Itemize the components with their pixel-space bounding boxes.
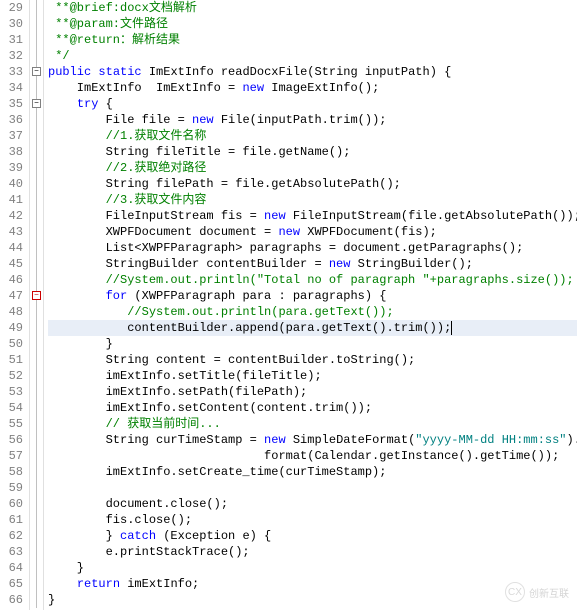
code-line[interactable]: **@return：解析结果 (48, 32, 577, 48)
code-line[interactable]: public static ImExtInfo readDocxFile(Str… (48, 64, 577, 80)
code-line[interactable]: ImExtInfo ImExtInfo = new ImageExtInfo()… (48, 80, 577, 96)
code-line[interactable]: String filePath = file.getAbsolutePath()… (48, 176, 577, 192)
line-number: 32 (0, 48, 25, 64)
code-line[interactable]: imExtInfo.setTitle(fileTitle); (48, 368, 577, 384)
code-line[interactable]: //3.获取文件内容 (48, 192, 577, 208)
text-cursor (451, 321, 452, 335)
code-line[interactable]: //System.out.println(para.getText()); (48, 304, 577, 320)
code-line[interactable]: StringBuilder contentBuilder = new Strin… (48, 256, 577, 272)
line-number: 29 (0, 0, 25, 16)
line-number: 56 (0, 432, 25, 448)
line-number: 50 (0, 336, 25, 352)
code-line[interactable]: e.printStackTrace(); (48, 544, 577, 560)
line-number: 53 (0, 384, 25, 400)
code-line[interactable] (48, 480, 577, 496)
code-line[interactable]: XWPFDocument document = new XWPFDocument… (48, 224, 577, 240)
code-line[interactable]: **@brief:docx文档解析 (48, 0, 577, 16)
code-line[interactable]: return imExtInfo; (48, 576, 577, 592)
code-line[interactable]: FileInputStream fis = new FileInputStrea… (48, 208, 577, 224)
line-number-gutter: 2930313233343536373839404142434445464748… (0, 0, 30, 610)
line-number: 44 (0, 240, 25, 256)
code-line[interactable]: try { (48, 96, 577, 112)
code-line[interactable]: fis.close(); (48, 512, 577, 528)
line-number: 42 (0, 208, 25, 224)
line-number: 52 (0, 368, 25, 384)
line-number: 41 (0, 192, 25, 208)
line-number: 38 (0, 144, 25, 160)
code-line[interactable]: } (48, 336, 577, 352)
fold-gutter: − − − (30, 0, 44, 610)
code-area[interactable]: **@brief:docx文档解析 **@param:文件路径 **@retur… (44, 0, 577, 610)
line-number: 55 (0, 416, 25, 432)
line-number: 65 (0, 576, 25, 592)
line-number: 35 (0, 96, 25, 112)
line-number: 57 (0, 448, 25, 464)
fold-toggle-icon[interactable]: − (32, 99, 41, 108)
code-line[interactable]: String curTimeStamp = new SimpleDateForm… (48, 432, 577, 448)
code-line[interactable]: //1.获取文件名称 (48, 128, 577, 144)
fold-toggle-icon[interactable]: − (32, 67, 41, 76)
code-line[interactable]: **@param:文件路径 (48, 16, 577, 32)
line-number: 61 (0, 512, 25, 528)
code-line[interactable]: */ (48, 48, 577, 64)
code-line[interactable]: document.close(); (48, 496, 577, 512)
code-line[interactable]: imExtInfo.setContent(content.trim()); (48, 400, 577, 416)
line-number: 64 (0, 560, 25, 576)
line-number: 43 (0, 224, 25, 240)
fold-toggle-icon[interactable]: − (32, 291, 41, 300)
code-line[interactable]: List<XWPFParagraph> paragraphs = documen… (48, 240, 577, 256)
line-number: 37 (0, 128, 25, 144)
code-editor[interactable]: 2930313233343536373839404142434445464748… (0, 0, 577, 610)
line-number: 62 (0, 528, 25, 544)
code-line[interactable]: for (XWPFParagraph para : paragraphs) { (48, 288, 577, 304)
line-number: 30 (0, 16, 25, 32)
line-number: 63 (0, 544, 25, 560)
line-number: 60 (0, 496, 25, 512)
line-number: 40 (0, 176, 25, 192)
line-number: 59 (0, 480, 25, 496)
line-number: 31 (0, 32, 25, 48)
code-line[interactable]: } catch (Exception e) { (48, 528, 577, 544)
line-number: 51 (0, 352, 25, 368)
line-number: 36 (0, 112, 25, 128)
line-number: 46 (0, 272, 25, 288)
line-number: 33 (0, 64, 25, 80)
line-number: 49 (0, 320, 25, 336)
line-number: 66 (0, 592, 25, 608)
code-line[interactable]: // 获取当前时间... (48, 416, 577, 432)
code-line[interactable]: String content = contentBuilder.toString… (48, 352, 577, 368)
code-line[interactable]: } (48, 592, 577, 608)
line-number: 58 (0, 464, 25, 480)
code-line[interactable]: } (48, 560, 577, 576)
code-line[interactable]: imExtInfo.setPath(filePath); (48, 384, 577, 400)
code-line[interactable]: String fileTitle = file.getName(); (48, 144, 577, 160)
code-line[interactable]: //System.out.println("Total no of paragr… (48, 272, 577, 288)
code-line[interactable]: imExtInfo.setCreate_time(curTimeStamp); (48, 464, 577, 480)
line-number: 39 (0, 160, 25, 176)
line-number: 47 (0, 288, 25, 304)
line-number: 45 (0, 256, 25, 272)
code-line[interactable]: File file = new File(inputPath.trim()); (48, 112, 577, 128)
code-line[interactable]: contentBuilder.append(para.getText().tri… (48, 320, 577, 336)
code-line[interactable]: //2.获取绝对路径 (48, 160, 577, 176)
line-number: 34 (0, 80, 25, 96)
line-number: 48 (0, 304, 25, 320)
code-line[interactable]: format(Calendar.getInstance().getTime())… (48, 448, 577, 464)
line-number: 54 (0, 400, 25, 416)
